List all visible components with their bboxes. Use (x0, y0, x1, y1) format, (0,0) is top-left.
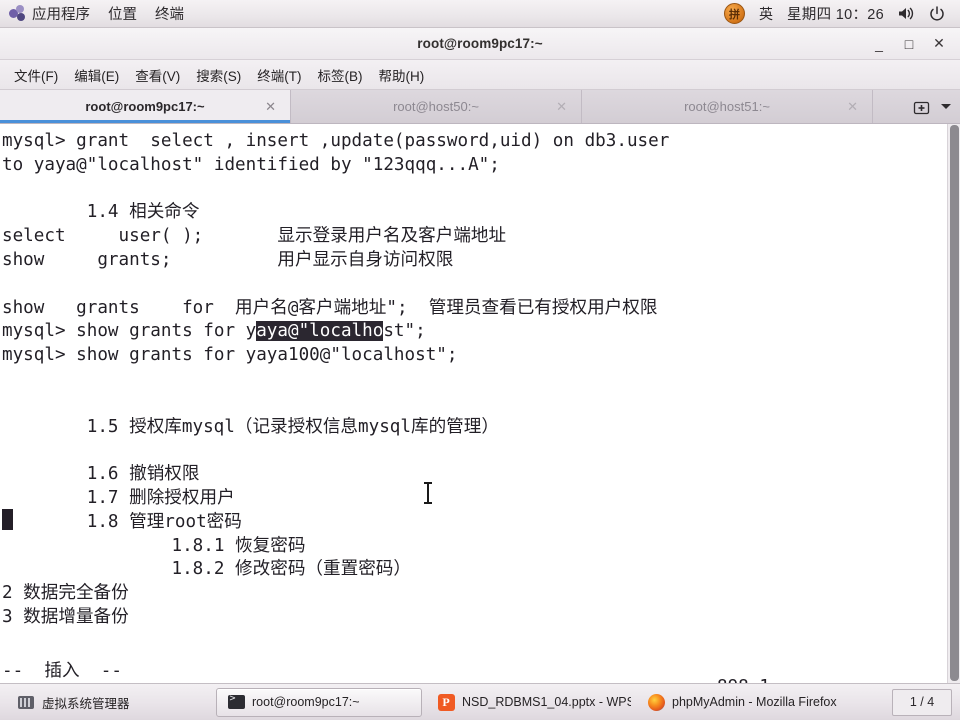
tab-label: root@room9pc17:~ (85, 99, 205, 114)
new-tab-icon[interactable] (913, 99, 930, 115)
clock-label: 星期四 10：26 (787, 7, 884, 23)
desktop-top-panel: 应用程序 位置 终端 拼 英 星期四 10：26 (0, 0, 960, 28)
tab-root-host51[interactable]: root@host51:~ ✕ (582, 90, 873, 123)
window-title: root@room9pc17:~ (417, 36, 543, 51)
desktop-taskbar: 虚拟系统管理器 root@room9pc17:~ P NSD_RDBMS1_04… (0, 683, 960, 720)
terminal-selection[interactable]: aya@"localho (256, 321, 384, 342)
menu-edit[interactable]: 编辑(E) (66, 62, 127, 88)
tab-close-icon[interactable]: ✕ (556, 99, 567, 115)
applications-menu-label: 应用程序 (32, 7, 90, 23)
clock[interactable]: 星期四 10：26 (780, 0, 891, 28)
terminal-line: 1.5 授权库mysql（记录授权信息mysql库的管理） (2, 416, 499, 437)
terminal-line: 1.7 删除授权用户 (2, 487, 235, 508)
input-method-icon: 拼 (724, 3, 745, 24)
input-method-indicator[interactable]: 拼 (717, 0, 752, 28)
places-menu[interactable]: 位置 (99, 0, 146, 28)
menu-help[interactable]: 帮助(H) (371, 62, 433, 88)
mouse-text-cursor (424, 482, 432, 504)
places-menu-label: 位置 (108, 7, 137, 23)
power-menu[interactable] (922, 0, 952, 28)
terminal-line: 1.6 撤销权限 (2, 464, 200, 485)
terminal-window: root@room9pc17:~ _ □ ✕ 文件(F) 编辑(E) 查看(V)… (0, 28, 960, 684)
taskbar-item-label: root@room9pc17:~ (252, 695, 360, 709)
terminal-cursor (2, 509, 13, 530)
terminal-line: 1.8.1 恢复密码 (2, 535, 306, 556)
tab-root-host50[interactable]: root@host50:~ ✕ (291, 90, 582, 123)
tab-bar-actions (905, 90, 960, 123)
menu-view[interactable]: 查看(V) (127, 62, 188, 88)
terminal-line: select user( ); 显示登录用户名及客户端地址 (2, 226, 507, 247)
chevron-down-glyph (941, 104, 951, 109)
taskbar-item-virtual-machine-manager[interactable]: 虚拟系统管理器 (6, 688, 212, 717)
terminal-menu-label: 终端 (155, 7, 184, 23)
volume-icon (899, 7, 914, 20)
terminal-line: 1.8 管理root密码 (2, 511, 242, 532)
terminal-line: 1.8.2 修改密码（重置密码） (2, 559, 411, 580)
terminal-line: show grants for 用户名@客户端地址"; 管理员查看已有授权用户权… (2, 297, 658, 318)
selected-line-suffix: st"; (383, 321, 426, 342)
applications-icon (9, 5, 26, 22)
applications-menu[interactable]: 应用程序 (0, 0, 99, 28)
input-method-language-label: 英 (759, 5, 773, 22)
terminal-screen[interactable]: mysql> grant select , insert ,update(pas… (0, 124, 960, 684)
power-icon (930, 5, 944, 21)
tab-close-icon[interactable]: ✕ (265, 99, 276, 115)
window-controls: _ □ ✕ (864, 28, 954, 59)
vim-mode-indicator: -- 插入 -- (2, 661, 122, 681)
top-panel-status-area: 拼 英 星期四 10：26 (717, 0, 960, 28)
terminal-menu[interactable]: 终端 (146, 0, 193, 28)
tab-label: root@host51:~ (684, 99, 770, 114)
input-method-language[interactable]: 英 (752, 0, 780, 28)
terminal-output: mysql> grant select , insert ,update(pas… (0, 124, 669, 630)
menu-terminal[interactable]: 终端(T) (249, 62, 309, 88)
taskbar-item-label: NSD_RDBMS1_04.pptx - WPS… (462, 695, 632, 709)
terminal-icon (227, 693, 245, 711)
terminal-tab-bar: root@room9pc17:~ ✕ root@host50:~ ✕ root@… (0, 90, 960, 124)
terminal-line: 1.4 相关命令 (2, 202, 200, 223)
menu-bar: 文件(F) 编辑(E) 查看(V) 搜索(S) 终端(T) 标签(B) 帮助(H… (0, 60, 960, 90)
window-title-bar[interactable]: root@room9pc17:~ _ □ ✕ (0, 28, 960, 60)
menu-search[interactable]: 搜索(S) (188, 62, 249, 88)
tab-close-icon[interactable]: ✕ (847, 99, 858, 115)
taskbar-item-wps-presentation[interactable]: P NSD_RDBMS1_04.pptx - WPS… (426, 688, 632, 717)
terminal-line: to yaya@"localhost" identified by "123qq… (2, 154, 500, 175)
workspace-indicator-label: 1 / 4 (909, 695, 935, 709)
virtual-machine-manager-icon (17, 693, 35, 711)
firefox-icon (647, 693, 665, 711)
wps-presentation-icon: P (437, 693, 455, 711)
maximize-button[interactable]: □ (894, 31, 924, 57)
scrollbar-thumb[interactable] (950, 125, 959, 681)
selected-line-prefix: mysql> show grants for y (2, 321, 257, 342)
terminal-line: show grants; 用户显示自身访问权限 (2, 249, 454, 270)
menu-file[interactable]: 文件(F) (6, 62, 66, 88)
terminal-line: mysql> grant select , insert ,update(pas… (2, 131, 670, 151)
chevron-down-icon[interactable] (940, 102, 952, 111)
terminal-line: mysql> show grants for yaya100@"localhos… (2, 345, 458, 366)
menu-tabs[interactable]: 标签(B) (310, 62, 371, 88)
tab-label: root@host50:~ (393, 99, 479, 114)
terminal-line: 2 数据完全备份 (2, 583, 129, 604)
taskbar-item-label: phpMyAdmin - Mozilla Firefox (672, 695, 837, 709)
taskbar-item-firefox[interactable]: phpMyAdmin - Mozilla Firefox (636, 688, 842, 717)
terminal-scrollbar[interactable] (947, 124, 960, 684)
minimize-button[interactable]: _ (864, 31, 894, 57)
terminal-line: 3 数据增量备份 (2, 606, 129, 627)
workspace-switcher[interactable]: 1 / 4 (892, 688, 952, 716)
taskbar-item-label: 虚拟系统管理器 (42, 696, 130, 711)
terminal-line-selected: mysql> show grants for yaya@"localhost"; (2, 321, 426, 342)
close-button[interactable]: ✕ (924, 31, 954, 57)
taskbar-item-terminal[interactable]: root@room9pc17:~ (216, 687, 422, 717)
volume-indicator[interactable] (891, 0, 922, 28)
new-tab-glyph (913, 101, 930, 114)
vim-status-line: -- 插入 -- 898,1 97% (0, 637, 960, 684)
tab-root-room9pc17[interactable]: root@room9pc17:~ ✕ (0, 90, 291, 123)
